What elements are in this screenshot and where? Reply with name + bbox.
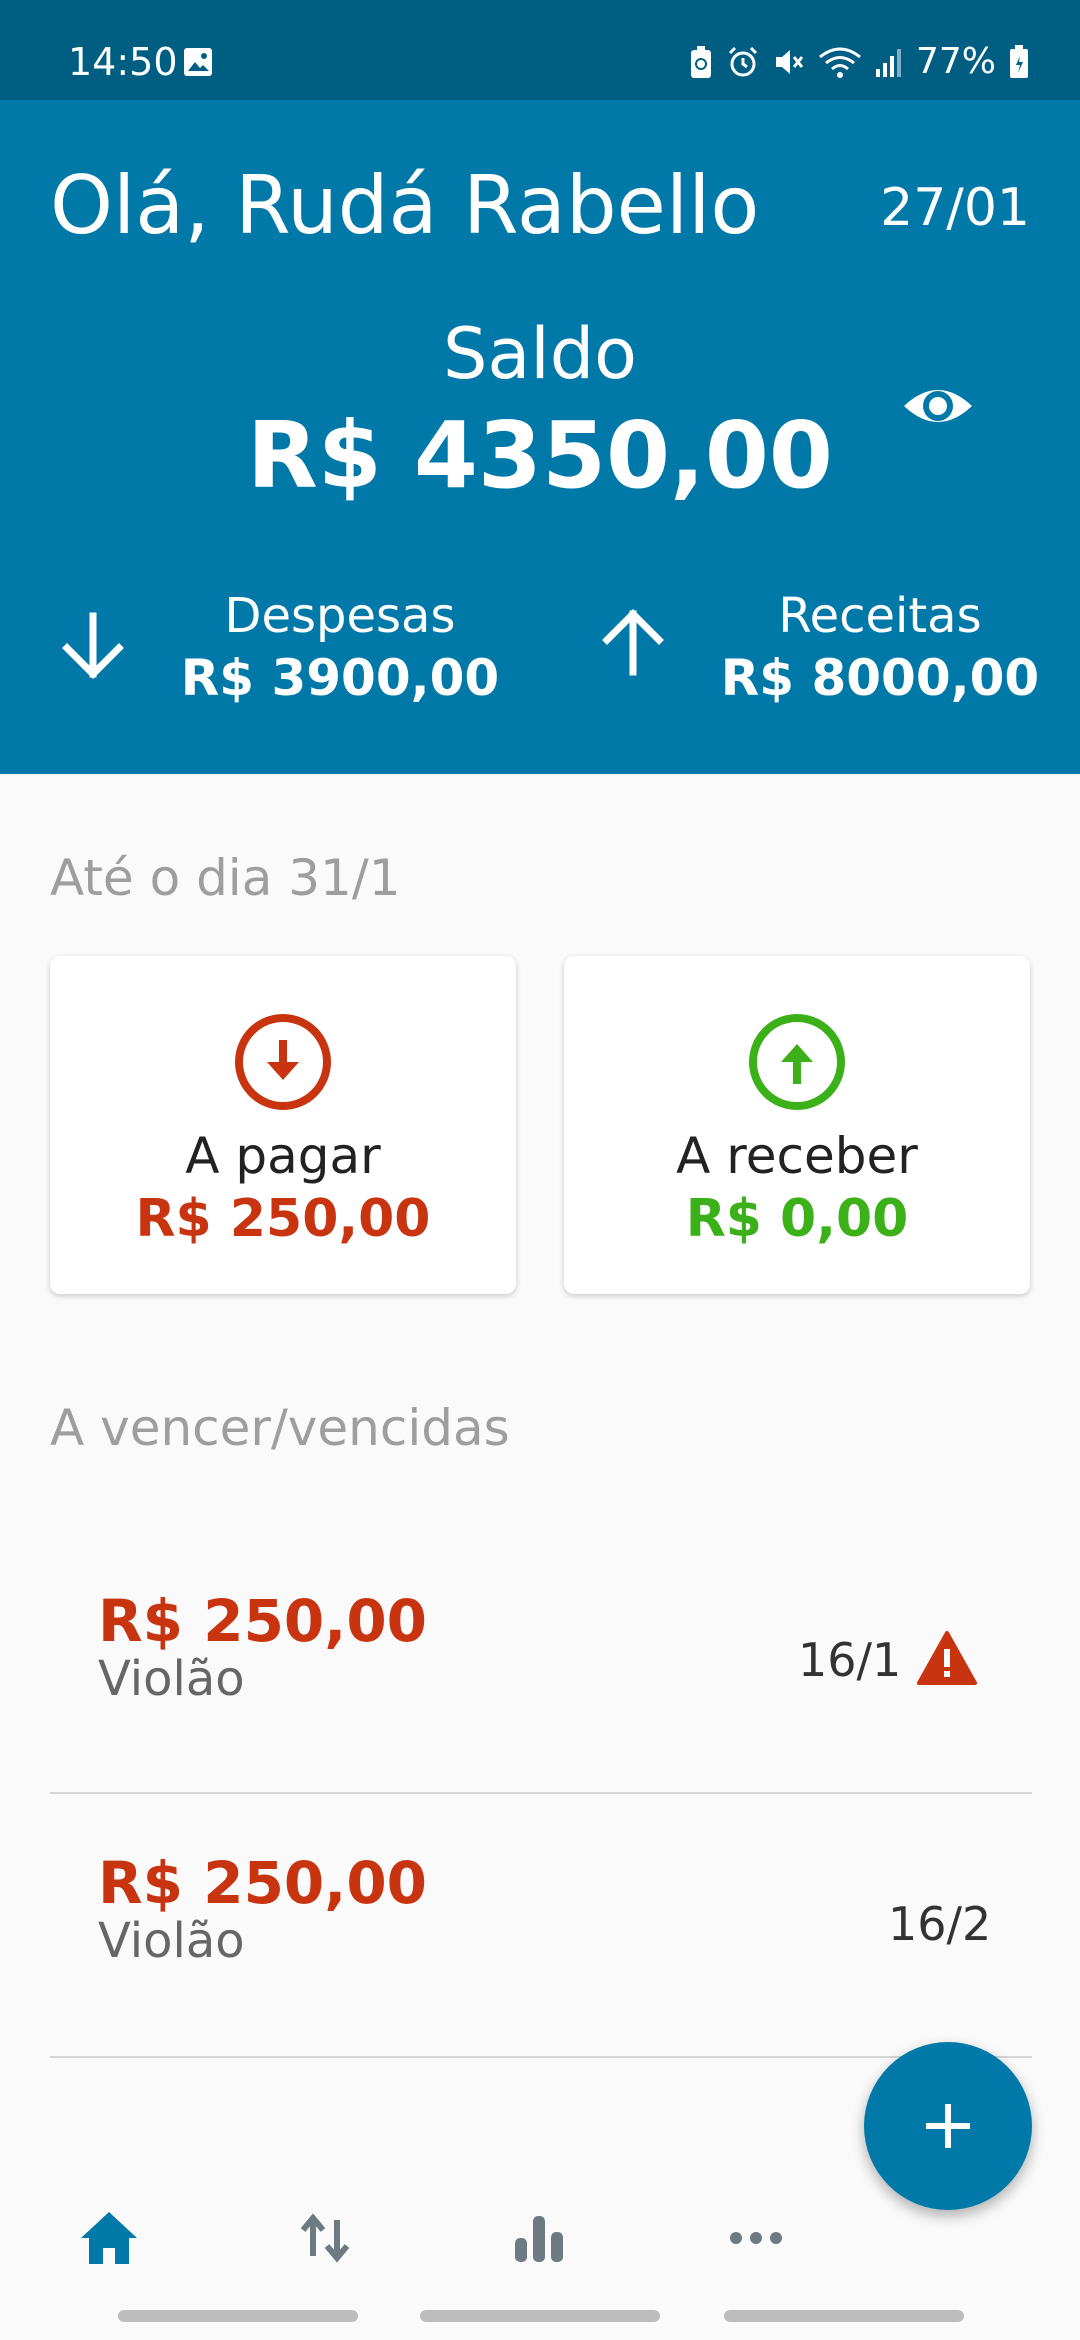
- chart-icon[interactable]: [507, 2206, 571, 2270]
- battery-percentage: 77%: [915, 41, 996, 82]
- more-icon[interactable]: [724, 2206, 788, 2270]
- mute-icon: [775, 50, 804, 74]
- bill-name: Violão: [98, 1913, 245, 1969]
- balance-header: Olá, Rudá Rabello 27/01 Saldo R$ 4350,00…: [0, 100, 1080, 774]
- gesture-bar: [724, 2310, 964, 2322]
- bill-amount: R$ 250,00: [98, 1849, 428, 1917]
- bill-amount: R$ 250,00: [98, 1587, 428, 1655]
- gesture-bar: [420, 2310, 660, 2322]
- alarm-icon: [728, 46, 758, 77]
- to-receive-card[interactable]: A receber R$ 0,00: [564, 956, 1030, 1294]
- to-pay-label: A pagar: [185, 1127, 381, 1185]
- bill-due-date: 16/2: [888, 1897, 992, 1951]
- add-button[interactable]: [864, 2042, 1032, 2210]
- expenses-value: R$ 3900,00: [180, 649, 500, 707]
- arrow-down-icon: [62, 612, 124, 679]
- battery-icon: [1010, 45, 1028, 78]
- to-pay-value: R$ 250,00: [135, 1189, 431, 1249]
- current-date: 27/01: [880, 178, 1030, 238]
- bills-section-title: A vencer/vencidas: [50, 1399, 510, 1457]
- gesture-bar: [118, 2310, 358, 2322]
- bill-name: Violão: [98, 1651, 245, 1707]
- bill-due-date: 16/1: [798, 1633, 902, 1687]
- warning-icon: [917, 1631, 977, 1685]
- to-receive-label: A receber: [676, 1127, 918, 1185]
- to-pay-card[interactable]: A pagar R$ 250,00: [50, 956, 516, 1294]
- battery-saver-icon: [690, 46, 711, 78]
- home-icon[interactable]: [77, 2206, 141, 2270]
- status-bar: 14:50 77%: [0, 0, 1080, 100]
- summary-section-title: Até o dia 31/1: [50, 849, 401, 907]
- status-icons: 77%: [688, 40, 1030, 84]
- arrow-down-circle-icon: [235, 1014, 331, 1110]
- income-value: R$ 8000,00: [720, 649, 1040, 707]
- eye-icon[interactable]: [900, 368, 976, 444]
- wifi-icon: [819, 47, 861, 78]
- arrow-up-icon: [602, 609, 664, 676]
- arrow-up-circle-icon: [749, 1014, 845, 1110]
- list-item[interactable]: R$ 250,00 Violão 16/1: [50, 1530, 1032, 1794]
- signal-icon: [875, 49, 901, 77]
- to-receive-value: R$ 0,00: [685, 1189, 909, 1249]
- list-item[interactable]: R$ 250,00 Violão 16/2: [50, 1794, 1032, 2058]
- expenses-label: Despesas: [224, 588, 456, 644]
- income-label: Receitas: [778, 588, 982, 644]
- greeting: Olá, Rudá Rabello: [50, 159, 760, 252]
- plus-icon: [926, 2104, 970, 2148]
- image-icon: [184, 48, 212, 76]
- status-time: 14:50: [68, 40, 178, 84]
- transfer-icon[interactable]: [293, 2206, 357, 2270]
